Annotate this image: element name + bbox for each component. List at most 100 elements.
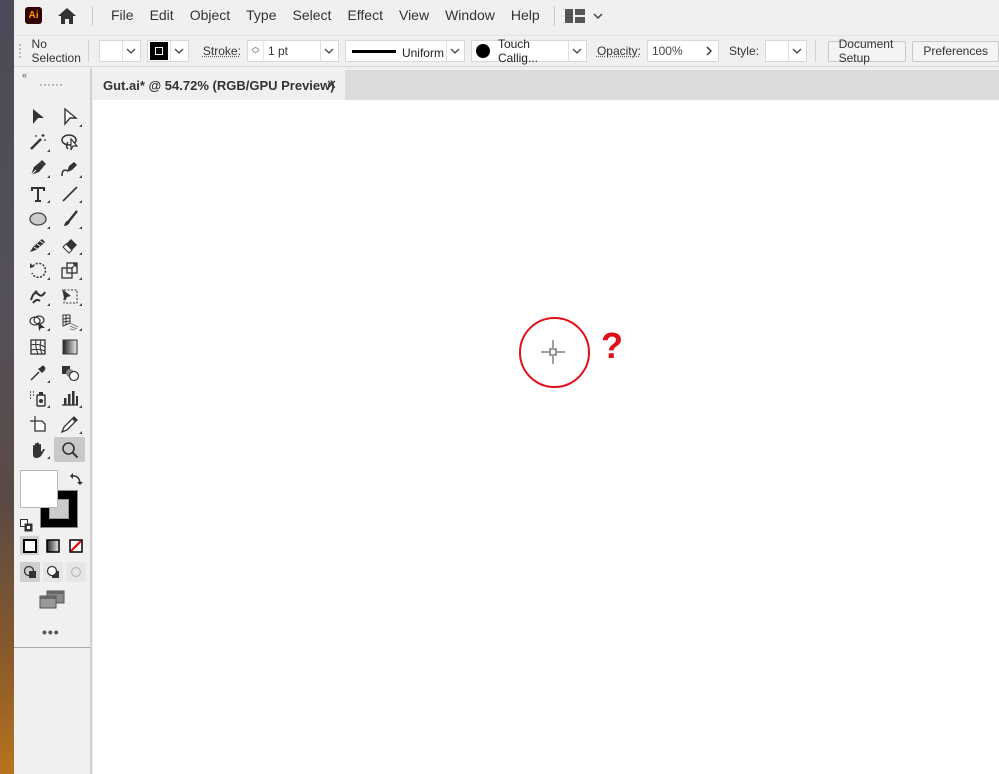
hand-icon bbox=[32, 442, 45, 458]
menu-file[interactable]: File bbox=[103, 0, 142, 31]
draw-inside-button[interactable] bbox=[66, 562, 86, 582]
pen-tool[interactable] bbox=[22, 155, 53, 181]
draw-behind-button[interactable] bbox=[43, 562, 63, 582]
pen-nib-icon bbox=[30, 159, 46, 176]
draw-normal-button[interactable] bbox=[20, 562, 40, 582]
shape-builder-tool[interactable] bbox=[22, 309, 53, 335]
paintbrush-tool[interactable] bbox=[54, 206, 85, 232]
opacity-value[interactable]: 100% bbox=[648, 44, 700, 58]
pencil-tool[interactable] bbox=[22, 232, 53, 258]
default-fill-stroke-icon[interactable] bbox=[20, 519, 33, 532]
slice-tool[interactable] bbox=[54, 411, 85, 437]
document-setup-button[interactable]: Document Setup bbox=[827, 37, 907, 65]
slice-knife-icon bbox=[60, 416, 78, 434]
scale-icon bbox=[60, 262, 78, 280]
fill-dropdown[interactable] bbox=[121, 41, 140, 61]
mesh-tool[interactable] bbox=[22, 334, 53, 360]
menu-object[interactable]: Object bbox=[182, 0, 238, 31]
graphic-style-picker[interactable] bbox=[764, 40, 807, 62]
menu-view[interactable]: View bbox=[391, 0, 437, 31]
gradient-icon bbox=[62, 339, 77, 355]
menu-help[interactable]: Help bbox=[503, 0, 548, 31]
stroke-weight-dropdown[interactable] bbox=[319, 41, 338, 61]
control-bar-grip[interactable] bbox=[19, 44, 24, 58]
symbol-sprayer-tool[interactable] bbox=[22, 386, 53, 412]
profile-dropdown[interactable] bbox=[445, 41, 464, 61]
collapse-panel-button[interactable]: « bbox=[22, 70, 27, 80]
lasso-tool[interactable] bbox=[54, 130, 85, 156]
close-tab-button[interactable]: ✕ bbox=[326, 77, 337, 93]
eyedropper-tool[interactable] bbox=[22, 360, 53, 386]
panel-divider bbox=[14, 647, 90, 648]
stroke-weight-value[interactable]: 1 pt bbox=[264, 44, 320, 58]
artboard-icon bbox=[29, 415, 46, 432]
style-dropdown[interactable] bbox=[787, 41, 806, 61]
stroke-label[interactable]: Stroke: bbox=[203, 44, 241, 58]
brush-dropdown[interactable] bbox=[567, 41, 586, 61]
direct-selection-tool[interactable] bbox=[54, 104, 85, 130]
gradient-button[interactable] bbox=[43, 536, 62, 555]
rotate-tool[interactable] bbox=[22, 258, 53, 284]
type-tool[interactable] bbox=[22, 181, 53, 207]
opacity-field[interactable]: 100% bbox=[646, 40, 719, 62]
menu-window[interactable]: Window bbox=[437, 0, 503, 31]
change-screen-mode-icon[interactable] bbox=[39, 590, 65, 610]
stroke-swatch[interactable] bbox=[149, 42, 168, 60]
puppet-warp-tool[interactable] bbox=[22, 283, 53, 309]
eraser-tool[interactable] bbox=[54, 232, 85, 258]
shaper-pencil-icon bbox=[29, 238, 45, 252]
fill-color-picker[interactable] bbox=[98, 40, 141, 62]
stroke-weight-spinner[interactable]: ︿ ﹀ bbox=[248, 41, 264, 61]
variable-width-profile[interactable]: Uniform bbox=[344, 40, 465, 62]
menu-type[interactable]: Type bbox=[238, 0, 284, 31]
blend-tool[interactable] bbox=[54, 360, 85, 386]
opacity-slider-toggle[interactable] bbox=[700, 46, 718, 56]
line-segment-icon bbox=[61, 186, 78, 202]
scale-tool[interactable] bbox=[54, 258, 85, 284]
stroke-dropdown[interactable] bbox=[169, 41, 188, 61]
stroke-color-picker[interactable] bbox=[146, 40, 189, 62]
artboard-canvas[interactable]: ? bbox=[93, 100, 999, 774]
zoom-tool[interactable] bbox=[54, 436, 85, 463]
fill-stroke-controls bbox=[20, 470, 86, 532]
panel-grip[interactable] bbox=[40, 84, 62, 88]
free-transform-tool[interactable] bbox=[54, 283, 85, 309]
workspace-switcher[interactable] bbox=[553, 5, 605, 26]
direct-selection-arrow-icon bbox=[63, 107, 78, 126]
hand-tool[interactable] bbox=[22, 437, 53, 463]
menu-effect[interactable]: Effect bbox=[339, 0, 391, 31]
brush-definition[interactable]: Touch Callig... bbox=[470, 37, 587, 65]
chevron-down-icon bbox=[174, 48, 184, 54]
line-segment-tool[interactable] bbox=[54, 181, 85, 207]
artboard-tool[interactable] bbox=[22, 411, 53, 437]
color-button[interactable] bbox=[20, 536, 39, 555]
document-tab[interactable]: Gut.ai* @ 54.72% (RGB/GPU Preview) ✕ bbox=[93, 70, 345, 100]
menu-edit[interactable]: Edit bbox=[142, 0, 182, 31]
workspace-layout-icon bbox=[564, 8, 585, 23]
opacity-label[interactable]: Opacity: bbox=[597, 44, 641, 58]
style-swatch[interactable] bbox=[765, 41, 788, 61]
column-graph-tool[interactable] bbox=[54, 386, 85, 412]
column-graph-icon bbox=[61, 391, 78, 406]
fill-swatch[interactable] bbox=[99, 41, 122, 61]
ellipse-icon bbox=[28, 212, 47, 226]
menu-select[interactable]: Select bbox=[285, 0, 340, 31]
magic-wand-tool[interactable] bbox=[22, 130, 53, 156]
draw-normal-icon bbox=[23, 565, 36, 578]
fill-color-box[interactable] bbox=[20, 470, 58, 508]
none-button[interactable] bbox=[66, 536, 85, 555]
swap-fill-stroke-icon[interactable] bbox=[70, 472, 84, 486]
preferences-button[interactable]: Preferences bbox=[912, 40, 999, 62]
curvature-tool[interactable] bbox=[54, 155, 85, 181]
profile-label: Uniform bbox=[401, 45, 444, 60]
ellipse-tool[interactable] bbox=[22, 206, 53, 232]
free-transform-icon bbox=[61, 288, 77, 304]
selection-tool[interactable] bbox=[22, 104, 53, 130]
blend-icon bbox=[61, 365, 79, 381]
edit-toolbar-button[interactable]: ••• bbox=[42, 624, 60, 640]
perspective-grid-tool[interactable] bbox=[54, 309, 85, 335]
stroke-weight-field[interactable]: ︿ ﹀ 1 pt bbox=[246, 40, 339, 62]
home-button[interactable] bbox=[56, 5, 78, 27]
selection-status: No Selection bbox=[31, 37, 81, 65]
gradient-tool[interactable] bbox=[54, 334, 85, 360]
